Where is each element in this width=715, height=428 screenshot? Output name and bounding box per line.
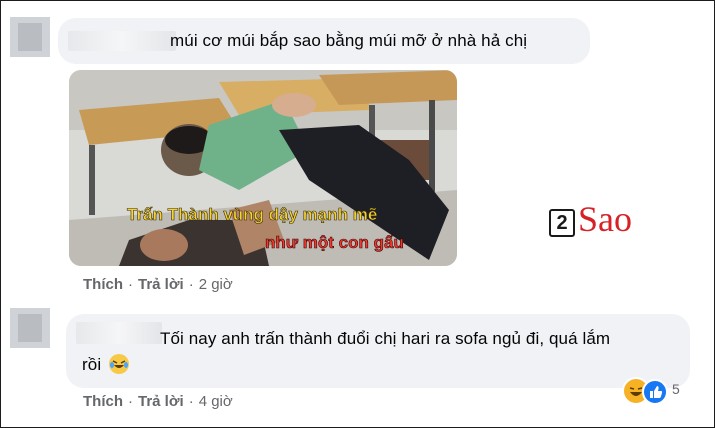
logo-number: 2 bbox=[556, 212, 568, 234]
like-link[interactable]: Thích bbox=[83, 393, 123, 410]
image-caption-line1: Trấn Thành vùng dậy mạnh mẽ bbox=[127, 205, 377, 224]
author-name[interactable] bbox=[76, 322, 162, 344]
laughing-crying-emoji-icon bbox=[109, 354, 130, 374]
reply-link[interactable]: Trả lời bbox=[138, 276, 184, 293]
image-caption-line2: như một con gấu bbox=[265, 233, 404, 252]
separator: · bbox=[188, 393, 194, 410]
reply-link[interactable]: Trả lời bbox=[138, 393, 184, 410]
timestamp-link[interactable]: 4 giờ bbox=[199, 393, 233, 410]
separator: · bbox=[128, 276, 133, 293]
like-link[interactable]: Thích bbox=[83, 276, 123, 293]
author-name[interactable] bbox=[68, 31, 176, 51]
separator: · bbox=[188, 276, 194, 293]
wrestling-scene-image: Trấn Thành vùng dậy mạnh mẽ như một con … bbox=[69, 70, 457, 266]
comment-image[interactable]: Trấn Thành vùng dậy mạnh mẽ như một con … bbox=[69, 70, 457, 266]
watermark-logo: 2 Sao bbox=[549, 199, 649, 246]
comment-text: múi cơ múi bắp sao bằng múi mỡ ở nhà hả … bbox=[170, 31, 528, 50]
logo-word: Sao bbox=[578, 199, 632, 239]
comment-bubble: Tối nay anh trấn thành đuổi chị hari ra … bbox=[66, 314, 690, 388]
comment-text-line2: rồi bbox=[82, 354, 130, 375]
timestamp-link[interactable]: 2 giờ bbox=[199, 276, 233, 293]
reaction-count: 5 bbox=[672, 381, 680, 397]
comment-actions: Thích · Trả lời · 4 giờ bbox=[83, 393, 233, 410]
avatar[interactable] bbox=[10, 308, 50, 348]
like-icon bbox=[642, 379, 668, 405]
comment-text-line1: Tối nay anh trấn thành đuổi chị hari ra … bbox=[160, 329, 611, 348]
comment-actions: Thích · Trả lời · 2 giờ bbox=[83, 276, 233, 293]
comment-bubble: múi cơ múi bắp sao bằng múi mỡ ở nhà hả … bbox=[58, 18, 590, 64]
avatar[interactable] bbox=[10, 17, 50, 57]
reactions-summary[interactable]: 5 bbox=[622, 377, 692, 405]
separator: · bbox=[128, 393, 133, 410]
logo-number-box: 2 bbox=[549, 209, 575, 237]
